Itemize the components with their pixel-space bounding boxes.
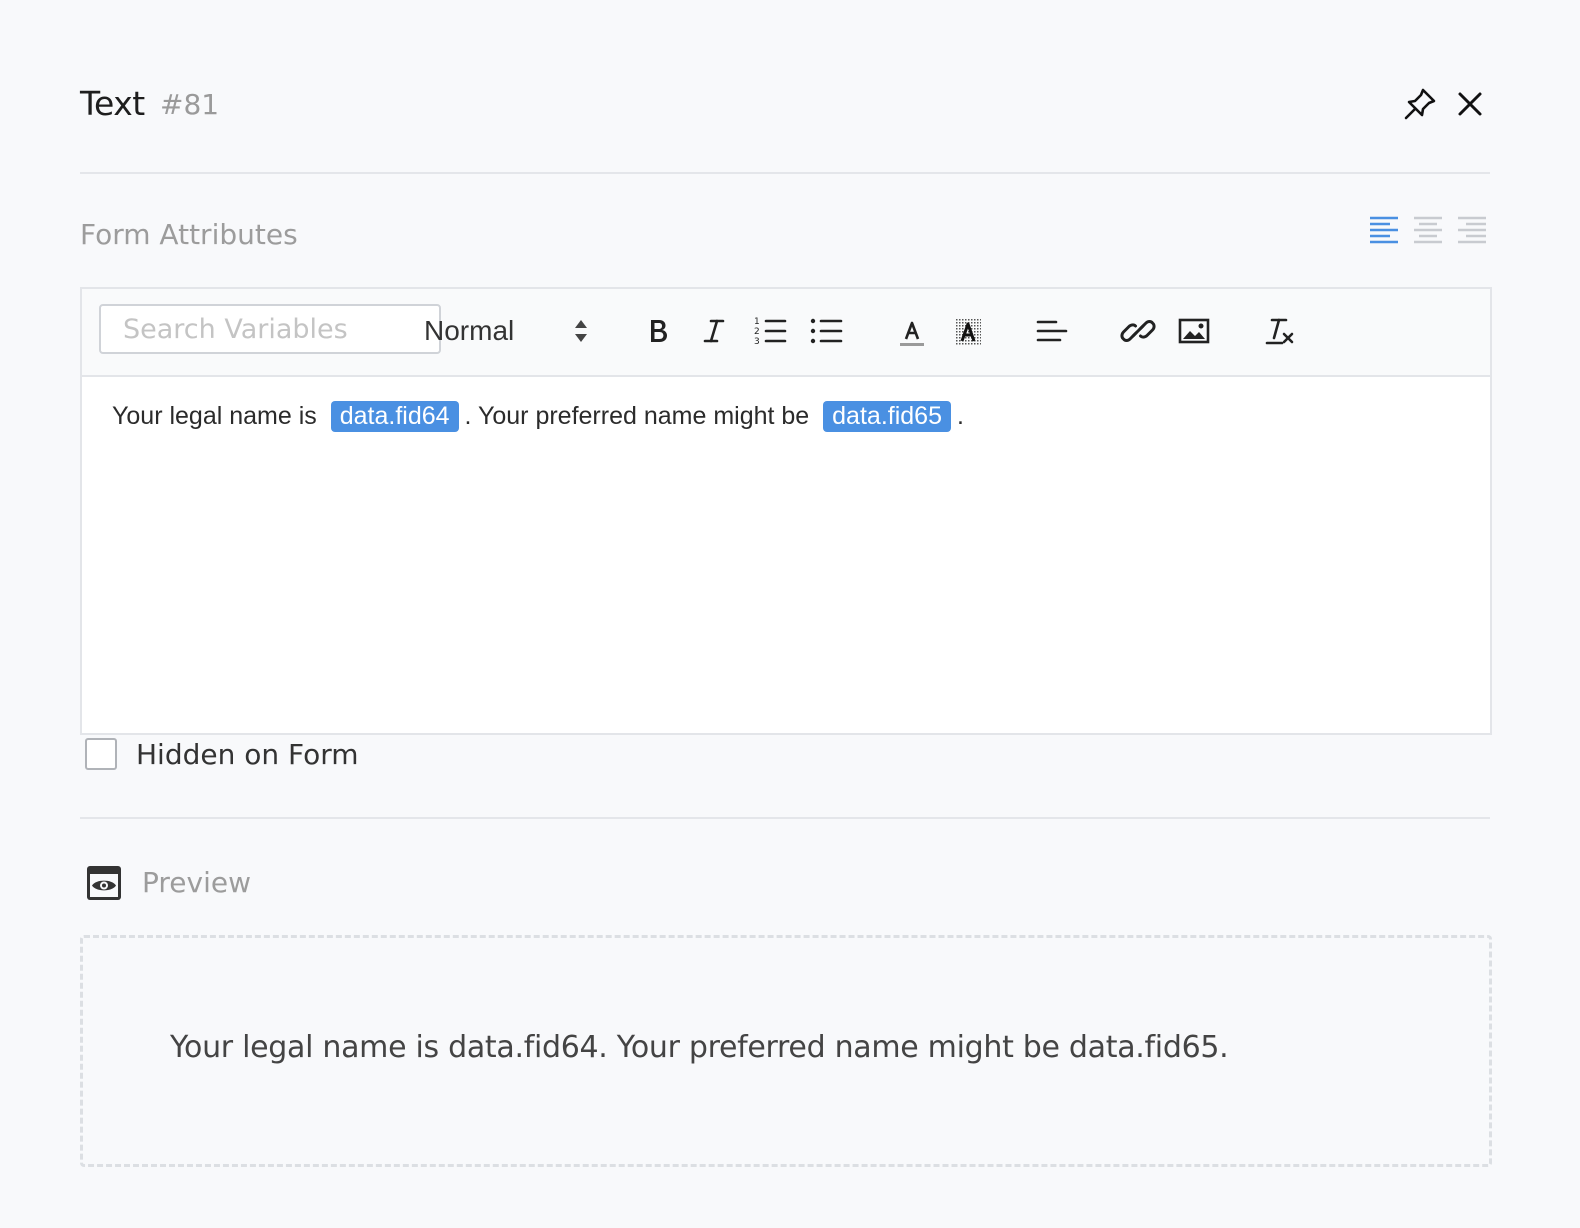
link-icon	[1120, 320, 1156, 342]
editor-content[interactable]: Your legal name is data.fid64. Your pref…	[112, 401, 964, 432]
hidden-on-form-checkbox[interactable]	[85, 738, 117, 770]
editor-text-segment: .	[956, 402, 964, 430]
alignment-group	[1368, 214, 1490, 250]
align-right-icon	[1458, 216, 1486, 244]
link-button[interactable]	[1118, 311, 1158, 351]
align-right-button[interactable]	[1456, 214, 1488, 248]
options-divider	[80, 817, 1490, 819]
image-icon	[1178, 318, 1210, 344]
variable-chip[interactable]: data.fid65	[823, 401, 951, 432]
italic-button[interactable]	[694, 311, 734, 351]
preview-label: Preview	[142, 866, 251, 899]
format-select[interactable]: Normal	[424, 311, 594, 355]
editor-toolbar: Normal	[82, 289, 1490, 377]
text-properties-panel: Text #81 Form Attributes Search Variable…	[80, 0, 1492, 1228]
hidden-on-form-label: Hidden on Form	[136, 738, 359, 771]
form-attributes-label: Form Attributes	[80, 218, 298, 251]
rich-text-editor: Normal	[80, 287, 1492, 735]
background-color-button[interactable]	[948, 311, 988, 351]
preview-box: Your legal name is data.fid64. Your pref…	[80, 935, 1492, 1167]
align-left-icon	[1370, 216, 1398, 244]
ordered-list-icon: 123	[754, 317, 787, 347]
ordered-list-button[interactable]: 123	[750, 311, 790, 351]
editor-text-segment: . Your preferred name might be	[464, 402, 810, 430]
align-center-icon	[1414, 216, 1442, 244]
panel-header: Text #81	[80, 78, 1490, 134]
close-icon	[1458, 92, 1482, 116]
variable-chip[interactable]: data.fid64	[330, 401, 459, 432]
svg-text:2: 2	[754, 327, 760, 337]
eye-icon	[85, 864, 123, 902]
select-arrows-icon	[575, 320, 587, 342]
close-button[interactable]	[1452, 86, 1488, 122]
image-button[interactable]	[1174, 311, 1214, 351]
header-divider	[80, 172, 1490, 174]
bold-icon	[651, 320, 667, 342]
clear-format-icon	[1265, 318, 1294, 345]
panel-title: Text	[80, 84, 145, 123]
clear-format-button[interactable]	[1260, 311, 1300, 351]
search-variables-input[interactable]	[99, 304, 441, 354]
panel-id-label: #81	[160, 88, 220, 121]
svg-text:3: 3	[754, 337, 760, 347]
text-color-icon	[900, 321, 924, 346]
pin-button[interactable]	[1402, 86, 1438, 122]
align-center-button[interactable]	[1412, 214, 1444, 248]
format-select-value: Normal	[424, 315, 515, 346]
editor-text-segment: Your legal name is	[112, 402, 317, 430]
text-color-button[interactable]	[892, 311, 932, 351]
bullet-list-button[interactable]	[806, 311, 846, 351]
bold-button[interactable]	[638, 311, 678, 351]
pin-icon	[1404, 88, 1436, 120]
bullet-list-icon	[810, 318, 843, 344]
background-color-icon	[955, 319, 981, 345]
preview-text: Your legal name is data.fid64. Your pref…	[170, 1030, 1229, 1065]
svg-text:1: 1	[754, 317, 760, 327]
italic-icon	[703, 319, 725, 343]
align-left-button[interactable]	[1368, 214, 1400, 248]
align-dropdown-button[interactable]	[1032, 311, 1072, 351]
align-icon	[1036, 320, 1068, 342]
